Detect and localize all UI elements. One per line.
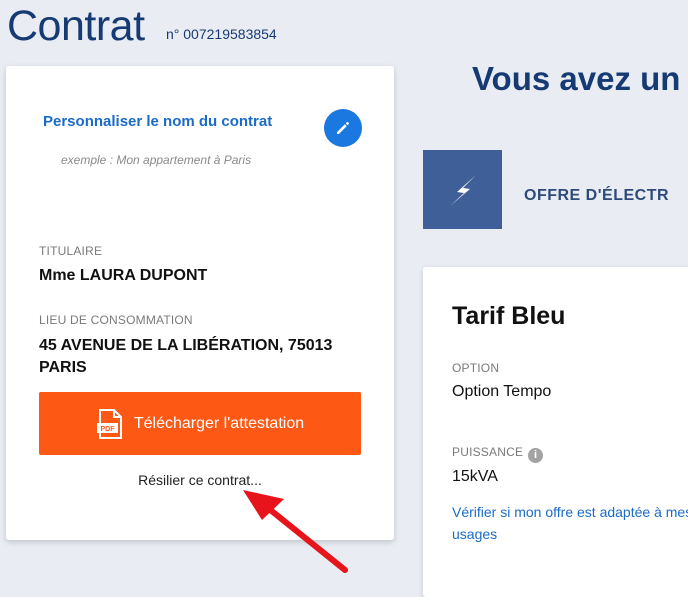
- red-arrow-annotation: [243, 490, 348, 573]
